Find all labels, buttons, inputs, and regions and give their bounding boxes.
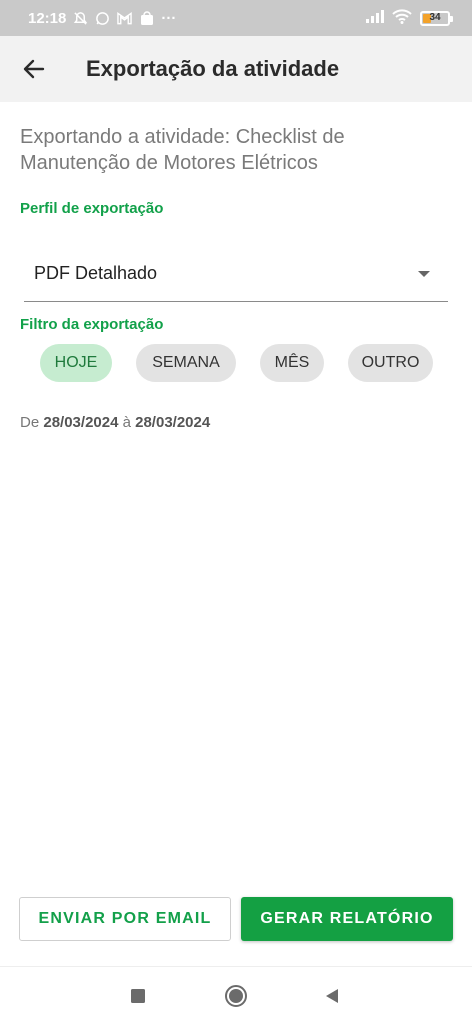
recent-apps-icon[interactable] [126, 984, 150, 1008]
nav-back-icon[interactable] [320, 984, 344, 1008]
more-notifications: ··· [161, 9, 177, 27]
date-range: De 28/03/2024 à 28/03/2024 [20, 414, 210, 431]
battery-icon: 34 [420, 10, 453, 26]
chip-outro[interactable]: OUTRO [348, 344, 433, 382]
date-range-prefix: De [20, 414, 40, 431]
battery-level: 34 [429, 11, 441, 23]
gmail-icon [117, 11, 133, 26]
back-button[interactable] [12, 47, 56, 91]
mute-icon [73, 11, 88, 26]
date-range-separator: à [122, 414, 131, 431]
app-bar: Exportação da atividade [0, 36, 472, 102]
filter-chips: HOJE SEMANA MÊS OUTRO [40, 344, 440, 382]
filter-label: Filtro da exportação [20, 316, 164, 333]
export-screen: 12:18 ··· 34 Exportação da atividade Exp… [0, 0, 472, 1024]
chip-hoje[interactable]: HOJE [40, 344, 112, 382]
status-time: 12:18 [28, 9, 67, 27]
home-icon[interactable] [224, 984, 248, 1008]
shop-icon [139, 10, 154, 26]
page-title: Exportação da atividade [86, 56, 340, 81]
status-right: 34 [366, 8, 453, 28]
profile-label: Perfil de exportação [20, 200, 164, 217]
activity-subtitle: Exportando a atividade: Checklist de Man… [20, 126, 345, 174]
signal-icon [366, 9, 384, 27]
chip-semana[interactable]: SEMANA [136, 344, 236, 382]
arrow-left-icon [23, 59, 45, 79]
chip-mes[interactable]: MÊS [260, 344, 324, 382]
date-range-end: 28/03/2024 [135, 414, 211, 431]
whatsapp-icon [95, 11, 110, 26]
export-profile-select[interactable]: PDF Detalhado [24, 246, 448, 302]
chevron-down-icon [418, 270, 430, 277]
generate-report-button[interactable]: GERAR RELATÓRIO [241, 897, 453, 941]
date-range-start: 28/03/2024 [43, 414, 119, 431]
send-email-button[interactable]: ENVIAR POR EMAIL [19, 897, 231, 941]
wifi-icon [392, 8, 412, 28]
status-bar: 12:18 ··· 34 [0, 0, 472, 36]
status-left: 12:18 ··· [28, 10, 176, 27]
export-profile-value: PDF Detalhado [34, 263, 158, 283]
system-nav-bar [0, 966, 472, 1024]
